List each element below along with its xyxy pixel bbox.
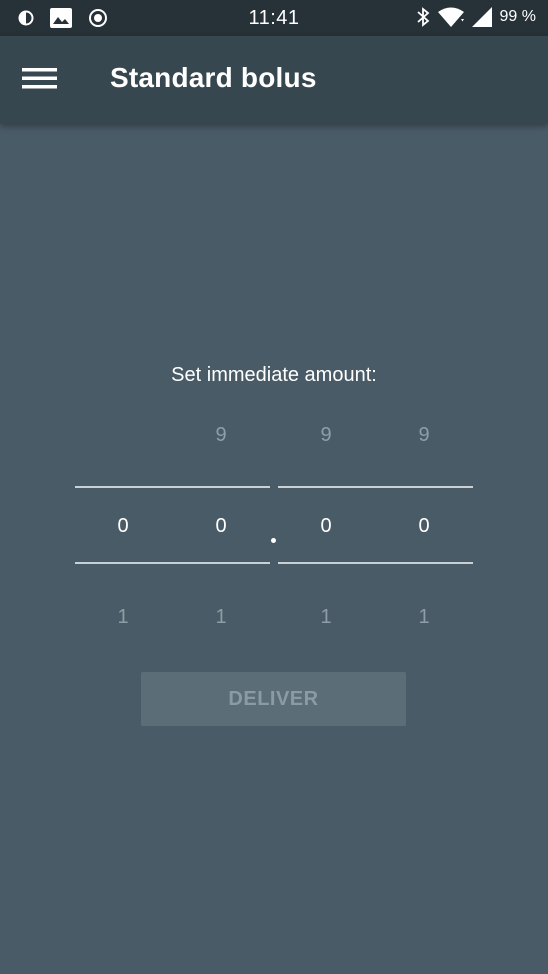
picker-digit-below[interactable]: 1 <box>93 606 153 629</box>
picker-digit-below[interactable]: 1 <box>296 606 356 629</box>
page-title: Standard bolus <box>110 62 317 93</box>
picker-digit-hundredths[interactable]: 0 <box>394 515 454 538</box>
picker-divider-top-right <box>278 486 473 488</box>
picker-digit-above[interactable]: 9 <box>296 424 356 447</box>
picker-digit-ones[interactable]: 0 <box>191 515 251 538</box>
status-icons-right: 99 % <box>416 7 536 27</box>
picker-digit-above[interactable]: 9 <box>191 424 251 447</box>
bluetooth-icon <box>416 7 429 27</box>
decimal-point <box>271 538 276 543</box>
picker-digit-tens[interactable]: 0 <box>93 515 153 538</box>
deliver-button[interactable]: DELIVER <box>141 672 406 726</box>
hamburger-menu-icon <box>22 68 57 89</box>
signal-icon <box>471 7 492 27</box>
picker-digit-tenths[interactable]: 0 <box>296 515 356 538</box>
wifi-icon <box>437 7 464 27</box>
picker-digit-below[interactable]: 1 <box>191 606 251 629</box>
status-bar: 11:41 99 % <box>0 0 548 36</box>
amount-prompt: Set immediate amount: <box>171 364 377 386</box>
app-bar: Standard bolus <box>0 36 548 124</box>
menu-button[interactable] <box>22 62 62 98</box>
picker-digit-above[interactable]: 9 <box>394 424 454 447</box>
battery-level: 99 % <box>499 8 536 25</box>
picker-digit-below[interactable]: 1 <box>394 606 454 629</box>
picker-divider-bottom-left <box>75 562 270 564</box>
picker-divider-bottom-right <box>278 562 473 564</box>
picker-divider-top-left <box>75 486 270 488</box>
